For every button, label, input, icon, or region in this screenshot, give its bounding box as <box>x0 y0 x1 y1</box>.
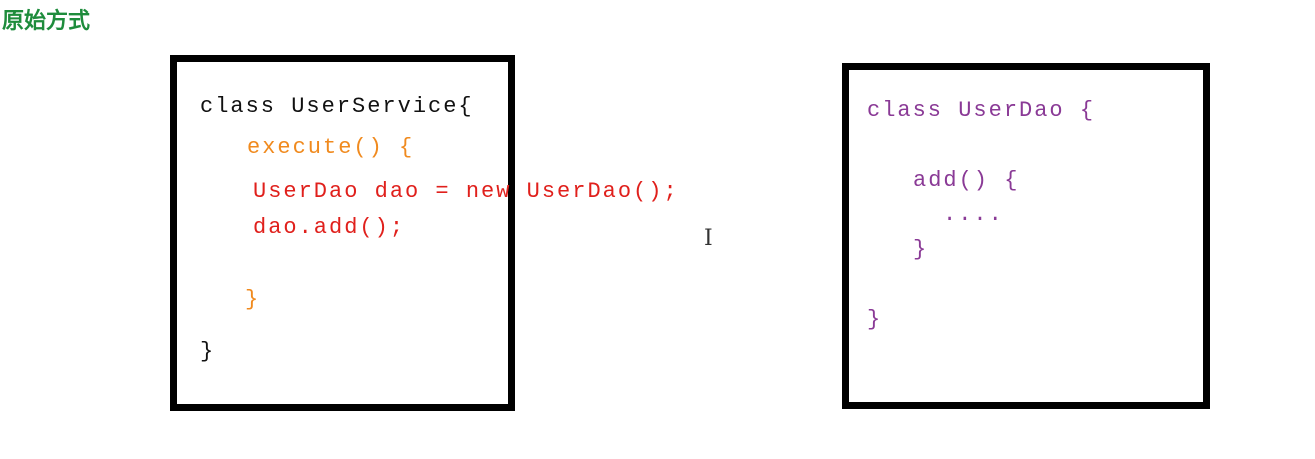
execute-method-line: execute() { <box>247 135 415 160</box>
text-cursor-icon: I <box>704 226 713 251</box>
add-method-body: .... <box>943 202 1004 227</box>
dao-instantiation-line: UserDao dao = new UserDao(); <box>253 179 679 204</box>
user-service-close-brace: } <box>200 339 216 364</box>
user-service-class-line: class UserService{ <box>200 94 474 119</box>
execute-close-brace: } <box>245 287 261 312</box>
section-title: 原始方式 <box>2 9 91 34</box>
add-method-close-brace: } <box>913 237 929 262</box>
user-dao-close-brace: } <box>867 307 883 332</box>
dao-add-call-line: dao.add(); <box>253 215 406 240</box>
user-dao-class-line: class UserDao { <box>867 98 1096 123</box>
add-method-line: add() { <box>913 168 1020 193</box>
